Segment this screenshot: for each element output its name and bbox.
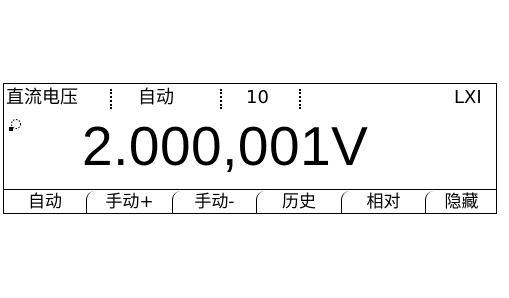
softkey-label: 手动+ (105, 192, 154, 212)
rate-label: 10 (246, 87, 269, 108)
softkey-bar: 自动 手动+ 手动- 历史 相对 隐藏 (4, 189, 496, 213)
range-mode-label: 自动 (138, 87, 174, 108)
multimeter-display: 直流电压 自动 10 LXI 2.000,001V 自动 手动+ 手动- 历史 … (3, 83, 497, 214)
status-bar: 直流电压 自动 10 LXI (4, 84, 496, 111)
function-label: 直流电压 (6, 87, 78, 108)
status-divider (299, 89, 301, 109)
softkey-hide[interactable]: 隐藏 (425, 191, 497, 213)
status-divider (110, 89, 112, 109)
auto-trigger-icon (9, 119, 21, 131)
softkey-label: 隐藏 (444, 192, 479, 212)
softkey-label: 历史 (282, 192, 316, 212)
softkey-relative[interactable]: 相对 (341, 191, 425, 213)
main-reading: 2.000,001V (82, 115, 369, 177)
softkey-label: 相对 (366, 192, 401, 212)
interface-label: LXI (454, 87, 482, 108)
softkey-manual-up[interactable]: 手动+ (86, 191, 172, 213)
softkey-history[interactable]: 历史 (256, 191, 341, 213)
softkey-label: 手动- (194, 192, 235, 212)
status-divider (220, 89, 222, 109)
softkey-auto[interactable]: 自动 (4, 191, 86, 213)
softkey-manual-down[interactable]: 手动- (172, 191, 256, 213)
softkey-label: 自动 (28, 192, 62, 212)
